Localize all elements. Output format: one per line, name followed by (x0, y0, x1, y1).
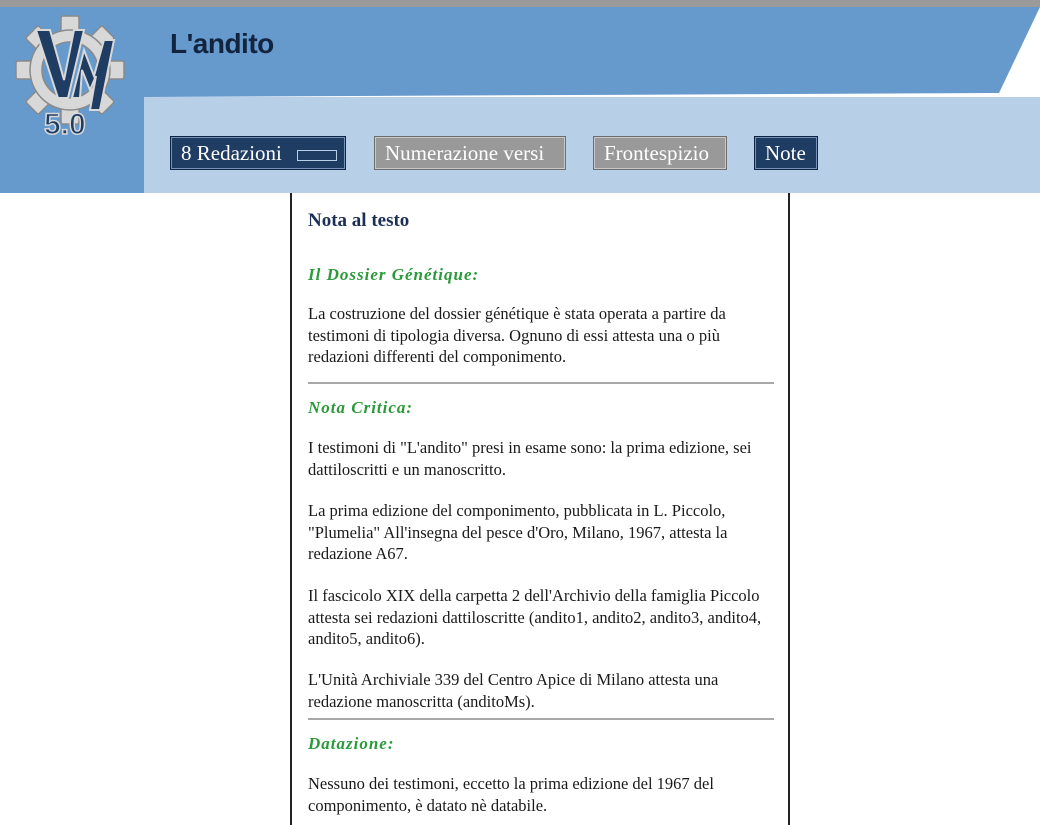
numerazione-versi-button[interactable]: Numerazione versi (374, 136, 566, 170)
note-panel: Nota al testo Il Dossier Génétique: La c… (290, 193, 790, 825)
note-title: Nota al testo (308, 210, 410, 231)
section-heading: Datazione: (308, 734, 395, 753)
paragraph: Nessuno dei testimoni, eccetto la prima … (308, 774, 714, 815)
section-heading: Nota Critica: (308, 398, 414, 417)
vm-logo: 5.0 (8, 12, 138, 142)
title-bar (144, 7, 1040, 97)
paragraph: Il fascicolo XIX della carpetta 2 dell'A… (308, 586, 762, 648)
redazioni-dropdown[interactable] (297, 150, 337, 161)
divider (308, 718, 774, 720)
app-title: L'andito (170, 28, 274, 59)
redazioni-label: 8 Redazioni (181, 141, 282, 165)
divider (308, 382, 774, 384)
paragraph: La prima edizione del componimento, pubb… (308, 501, 728, 563)
frontespizio-button[interactable]: Frontespizio (593, 136, 727, 170)
paragraph: I testimoni di "L'andito" presi in esame… (308, 438, 752, 479)
section-heading: Il Dossier Génétique: (308, 265, 480, 284)
paragraph: La costruzione del dossier génétique è s… (308, 304, 726, 366)
title-bar-shape (144, 7, 1040, 97)
header: 5.0 L'andito 8 Redazioni Numerazione ver… (0, 0, 1040, 193)
logo-version-text: 5.0 (43, 107, 86, 142)
top-strip (0, 0, 1040, 7)
note-button[interactable]: Note (754, 136, 818, 170)
redazioni-button[interactable]: 8 Redazioni (170, 136, 346, 170)
paragraph: L'Unità Archiviale 339 del Centro Apice … (308, 670, 719, 711)
